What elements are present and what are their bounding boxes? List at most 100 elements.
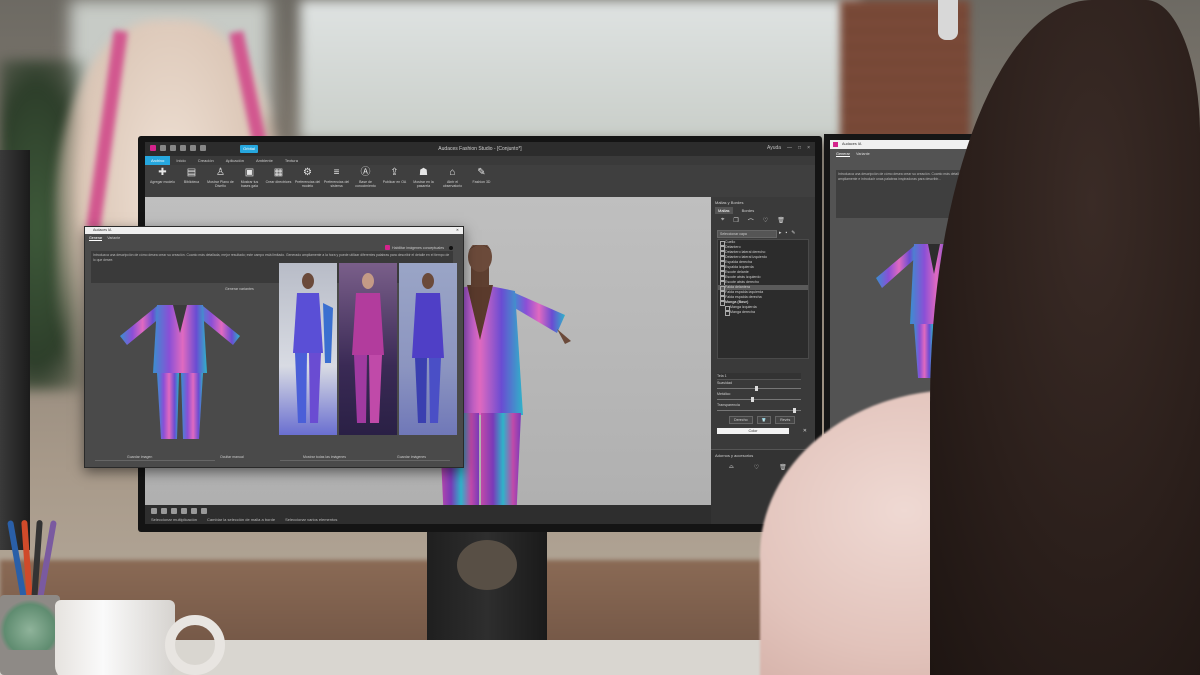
model-illustration [293, 273, 333, 423]
tab-variante[interactable]: Variante [107, 236, 120, 241]
library-button[interactable]: ▤ Biblioteca [178, 165, 205, 197]
right-sleeve[interactable] [513, 293, 565, 333]
generated-image[interactable] [399, 263, 457, 435]
generated-image[interactable] [279, 263, 337, 435]
ai-toggle[interactable]: Habilitar imágenes conceptuales [385, 245, 453, 250]
avatar-hand [557, 329, 571, 344]
save-image-link[interactable]: Guardar imagen [127, 455, 152, 459]
save-images-link[interactable]: Guardar imágenes [397, 455, 426, 459]
softness-label: Suavidad [717, 381, 732, 385]
copy-icon[interactable]: ❐ [733, 217, 738, 226]
select-icon[interactable] [151, 508, 157, 514]
close-icon[interactable]: ✕ [456, 227, 459, 234]
tab-generar[interactable]: Generar [89, 236, 103, 241]
fold-icon[interactable]: ♡ [754, 464, 759, 471]
transparency-label: Transparencia [717, 403, 740, 407]
sew-icon[interactable]: ⌒ [748, 217, 754, 226]
preview-trouser [157, 373, 179, 439]
add-model-button[interactable]: ✚ Agregar modelo [149, 165, 176, 197]
bases-button[interactable]: ▣ Mostrar tus bases gala [236, 165, 263, 197]
title-bar: Orbital Audaces Fashion Studio - [Conjun… [145, 142, 815, 156]
panel-tabs: Mallas Bordes [715, 207, 757, 214]
divider [95, 460, 215, 461]
ai-toggle-label: Habilitar imágenes conceptuales [392, 245, 444, 250]
menu-aplicacion[interactable]: Aplicación [220, 156, 250, 165]
designer-hair [930, 0, 1200, 675]
dialog-title: Audaces IA [93, 228, 112, 232]
preview-sleeve [199, 306, 240, 345]
toggle-dot-icon[interactable] [449, 245, 453, 250]
menu-inicio[interactable]: Inicio [170, 156, 191, 165]
slider-handle[interactable] [754, 386, 758, 391]
settings-icon: ⚙ [303, 167, 312, 178]
generated-images [279, 263, 457, 435]
status-hints: Seleccionar multiplicación Cambiar la se… [151, 517, 337, 522]
glasses-frame [938, 0, 958, 40]
generate-variants-link[interactable]: Generar variantes [225, 287, 254, 291]
adornos-title: Adornos y accesorios [715, 453, 754, 458]
create-guides-button[interactable]: ▦ Crear directrices [265, 165, 292, 197]
status-hint: Seleccionar varios elementos [285, 517, 338, 522]
menu-textura[interactable]: Textura [279, 156, 304, 165]
status-hint: Seleccionar multiplicación [151, 517, 198, 522]
publish-button[interactable]: ⇪ Publicar en OA [381, 165, 408, 197]
preview-sleeve [120, 306, 161, 345]
pencil-icon[interactable] [171, 508, 177, 514]
mannequin-icon: ♙ [216, 167, 225, 178]
design-plan-button[interactable]: ♙ Mostrar Plano de Diseño [207, 165, 234, 197]
tab-bordes[interactable]: Bordes [739, 207, 758, 214]
system-icon: ≡ [333, 167, 340, 178]
plus-icon: ✚ [158, 167, 167, 178]
divider [280, 460, 450, 461]
preview-trouser [181, 373, 203, 439]
rotate-icon[interactable] [181, 508, 187, 514]
coffee-cup-handle [165, 615, 225, 675]
suit-preview [120, 305, 240, 439]
metallic-label: Metálico [717, 392, 731, 396]
model-illustration [412, 273, 444, 423]
library-icon: ▤ [186, 167, 197, 178]
dialog-tabs: Generar Variante [89, 236, 120, 241]
model-illustration [352, 273, 384, 423]
front-side-button[interactable]: Derecho [729, 416, 753, 424]
runway-button[interactable]: ☗ Mostrar en la pasarela [410, 165, 437, 197]
succulent-plant [0, 600, 60, 650]
observatory-button[interactable]: ⌂ Abrir el observatorio [439, 165, 466, 197]
ai-logo-icon [385, 245, 391, 250]
menu-bar: Archivo Inicio Creación Aplicación Ambie… [145, 156, 815, 165]
status-hint: Cambiar la selección de malla a borde [207, 517, 276, 522]
show-all-images-link[interactable]: Mostrar todas las imágenes [303, 455, 346, 459]
pattern-icon: ▣ [244, 167, 255, 178]
fashion-3d-button[interactable]: ✎ Fashion 3D [468, 165, 495, 197]
observe-icon: ⌂ [449, 167, 456, 178]
camera-icon[interactable] [161, 508, 167, 514]
system-preferences-button[interactable]: ≡ Preferencias del sistema [323, 165, 350, 197]
coffee-cup [55, 600, 175, 675]
knowledge-base-button[interactable]: Ⓐ Base de conocimiento [352, 165, 379, 197]
accessory-icon[interactable]: ⌓ [729, 464, 734, 471]
panel-title: Mallas y Bordes [715, 200, 744, 205]
tab-mallas[interactable]: Mallas [715, 207, 733, 214]
person-icon[interactable] [201, 508, 207, 514]
hide-manual-link[interactable]: Ocultar manual [220, 455, 244, 459]
model-preferences-button[interactable]: ⚙ Preferencias del modelo [294, 165, 321, 197]
pen-holder [7, 510, 70, 601]
menu-archivo[interactable]: Archivo [145, 156, 171, 165]
menu-creacion[interactable]: Creación [192, 156, 220, 165]
move-icon[interactable] [191, 508, 197, 514]
dialog-title-bar: Audaces IA ✕ [85, 227, 463, 234]
menu-ambiente[interactable]: Ambiente [250, 156, 279, 165]
pin-icon[interactable]: ⌖ [721, 217, 724, 226]
ribbon-toolbar: ✚ Agregar modelo ▤ Biblioteca ♙ Mostrar Pla… [145, 165, 815, 197]
photo-scene: Orbital Audaces Fashion Studio - [Conjun… [0, 0, 1200, 675]
knowledge-icon: Ⓐ [360, 167, 371, 178]
window-title: Audaces Fashion Studio - [Conjunto*] [438, 146, 522, 152]
monitor-stand-cable-hole [457, 540, 517, 590]
create-icon: ▦ [273, 167, 284, 178]
studio-icon: ✎ [477, 167, 486, 178]
generated-image[interactable] [339, 263, 397, 435]
status-tools [151, 508, 207, 514]
status-bar: Seleccionar multiplicación Cambiar la se… [145, 505, 711, 524]
designer-person [760, 0, 1200, 675]
slider-handle[interactable] [750, 397, 754, 402]
